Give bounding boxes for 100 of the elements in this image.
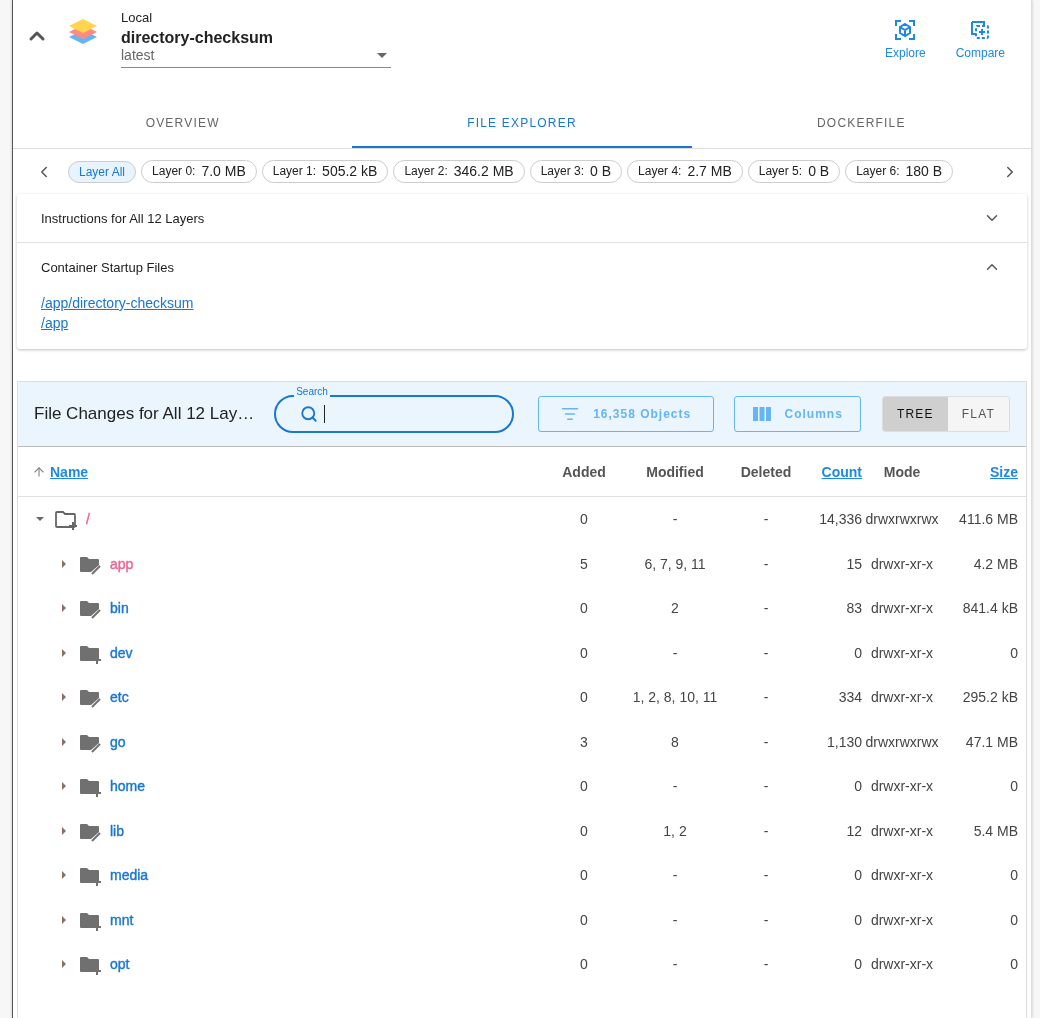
column-header: Added [562,463,606,480]
table-cell-text: drwxrwxrwx [864,511,940,528]
table-cell-text: - [762,911,770,928]
column-header: Deleted [740,463,792,480]
file-name[interactable]: go [110,733,126,750]
table-cell-text: - [762,956,770,973]
file-name[interactable]: app [110,555,134,572]
table-cell-text: 0 [853,644,862,661]
file-link[interactable]: /app [41,315,69,331]
table-cell-text: drwxr-xr-x [869,778,935,795]
file-name[interactable]: lib [110,822,124,839]
table-cell-text: 1, 2 [662,822,688,839]
table-cell-text: 4.2 MB [972,555,1018,572]
layer-chip[interactable]: Layer 4: 2.7 MB [627,160,743,183]
table-cell-text: 0 [579,956,589,973]
table-cell-text: 0 [853,778,862,795]
view-toggle[interactable]: FLAT [947,397,1009,431]
table-cell-text: 0 [1009,911,1018,928]
table-cell-text: 15 [845,555,862,572]
table-cell-text: 0 [579,689,589,706]
table-cell-text: - [671,956,679,973]
layer-chip[interactable]: Layer 3: 0 B [529,160,623,183]
table-cell-text: 0 [1009,644,1018,661]
table-cell-text: 6, 7, 9, 11 [643,555,707,572]
sortable-column-header[interactable]: Name [50,463,89,480]
layer-chip[interactable]: Layer 2: 346.2 MB [393,160,525,183]
table-cell-text: drwxr-xr-x [869,600,935,617]
table-cell-text: 1,130 [825,733,862,750]
panel-title: File Changes for All 12 Lay… [34,403,255,425]
layer-chip[interactable]: Layer 6: 180 B [845,160,954,183]
table-cell-text: 0 [1009,956,1018,973]
table-cell-text: 0 [1009,867,1018,884]
table-cell-text: 0 [853,911,862,928]
layer-chip[interactable]: Layer 5: 0 B [747,160,841,183]
tab[interactable]: DOCKERFILE [691,100,1031,148]
compare-button[interactable]: Compare [955,18,1005,60]
sortable-column-header[interactable]: Count [821,463,862,480]
table-cell-text: - [762,733,770,750]
table-cell-text: - [762,822,770,839]
tab[interactable]: FILE EXPLORER [352,100,692,148]
file-name[interactable]: etc [110,689,129,706]
tab[interactable]: OVERVIEW [13,100,353,148]
dropdown-caret-icon [377,52,387,58]
table-cell-text: - [762,644,770,661]
table-cell-text: 5.4 MB [972,822,1018,839]
file-name[interactable]: media [110,867,149,884]
table-cell-text: 1, 2, 8, 10, 11 [631,689,719,706]
table-cell-text: drwxr-xr-x [869,822,935,839]
table-cell-text: 0 [1009,778,1018,795]
table-cell-text: drwxr-xr-x [869,911,935,928]
table-cell-text: - [762,511,770,528]
layer-chip[interactable]: Layer 1: 505.2 kB [261,160,389,183]
sortable-column-header[interactable]: Size [990,463,1018,480]
explore-button[interactable]: Explore [884,18,926,60]
table-cell-text: 0 [579,911,589,928]
search-label: Search [294,386,330,397]
image-name: directory-checksum [121,29,275,47]
table-cell-text: 411.6 MB [958,511,1018,528]
accordion-header[interactable]: Container Startup Files [17,243,1027,291]
table-cell-text: - [762,778,770,795]
file-name[interactable]: mnt [110,911,134,928]
table-cell-text: drwxr-xr-x [869,867,935,884]
table-cell-text: - [762,555,770,572]
search-icon [300,405,319,423]
table-cell-text: - [671,644,679,661]
table-cell-text: 8 [670,733,680,750]
table-cell-text: 83 [845,600,862,617]
image-source: Local [121,10,154,25]
table-cell-text: 0 [579,600,589,617]
table-cell-text: drwxr-xr-x [869,689,935,706]
table-cell-text: - [671,867,679,884]
search-field[interactable] [274,395,515,433]
accordion-header[interactable]: Instructions for All 12 Layers [17,194,1027,242]
table-cell-text: 0 [853,956,862,973]
table-cell-text: 0 [853,867,862,884]
table-cell-text: - [762,867,770,884]
file-link[interactable]: /app/directory-checksum [41,295,194,311]
table-cell-text: - [671,778,679,795]
file-name[interactable]: dev [110,644,133,661]
text-cursor [324,405,326,423]
table-cell-text: 0 [579,867,589,884]
file-name[interactable]: home [110,778,146,795]
view-toggle[interactable]: TREE [882,397,948,431]
table-cell-text: 47.1 MB [964,733,1018,750]
table-cell-text: - [762,689,770,706]
layer-chip[interactable]: Layer 0: 7.0 MB [141,160,257,183]
table-cell-text: drwxrwxrwx [864,733,940,750]
layer-chip[interactable]: Layer All [68,160,137,183]
file-name[interactable]: bin [110,600,129,617]
file-name[interactable]: opt [110,956,130,973]
table-cell-text: - [762,600,770,617]
cube-scan-icon [893,18,918,42]
tag-select[interactable]: latest [121,47,391,68]
table-cell-text: - [671,911,679,928]
table-cell-text: 0 [579,778,589,795]
file-name[interactable]: / [86,511,90,528]
table-cell-text: 2 [670,600,680,617]
table-cell-text: 5 [579,555,589,572]
table-cell-text: 841.4 kB [961,600,1018,617]
table-cell-text: drwxr-xr-x [869,644,935,661]
